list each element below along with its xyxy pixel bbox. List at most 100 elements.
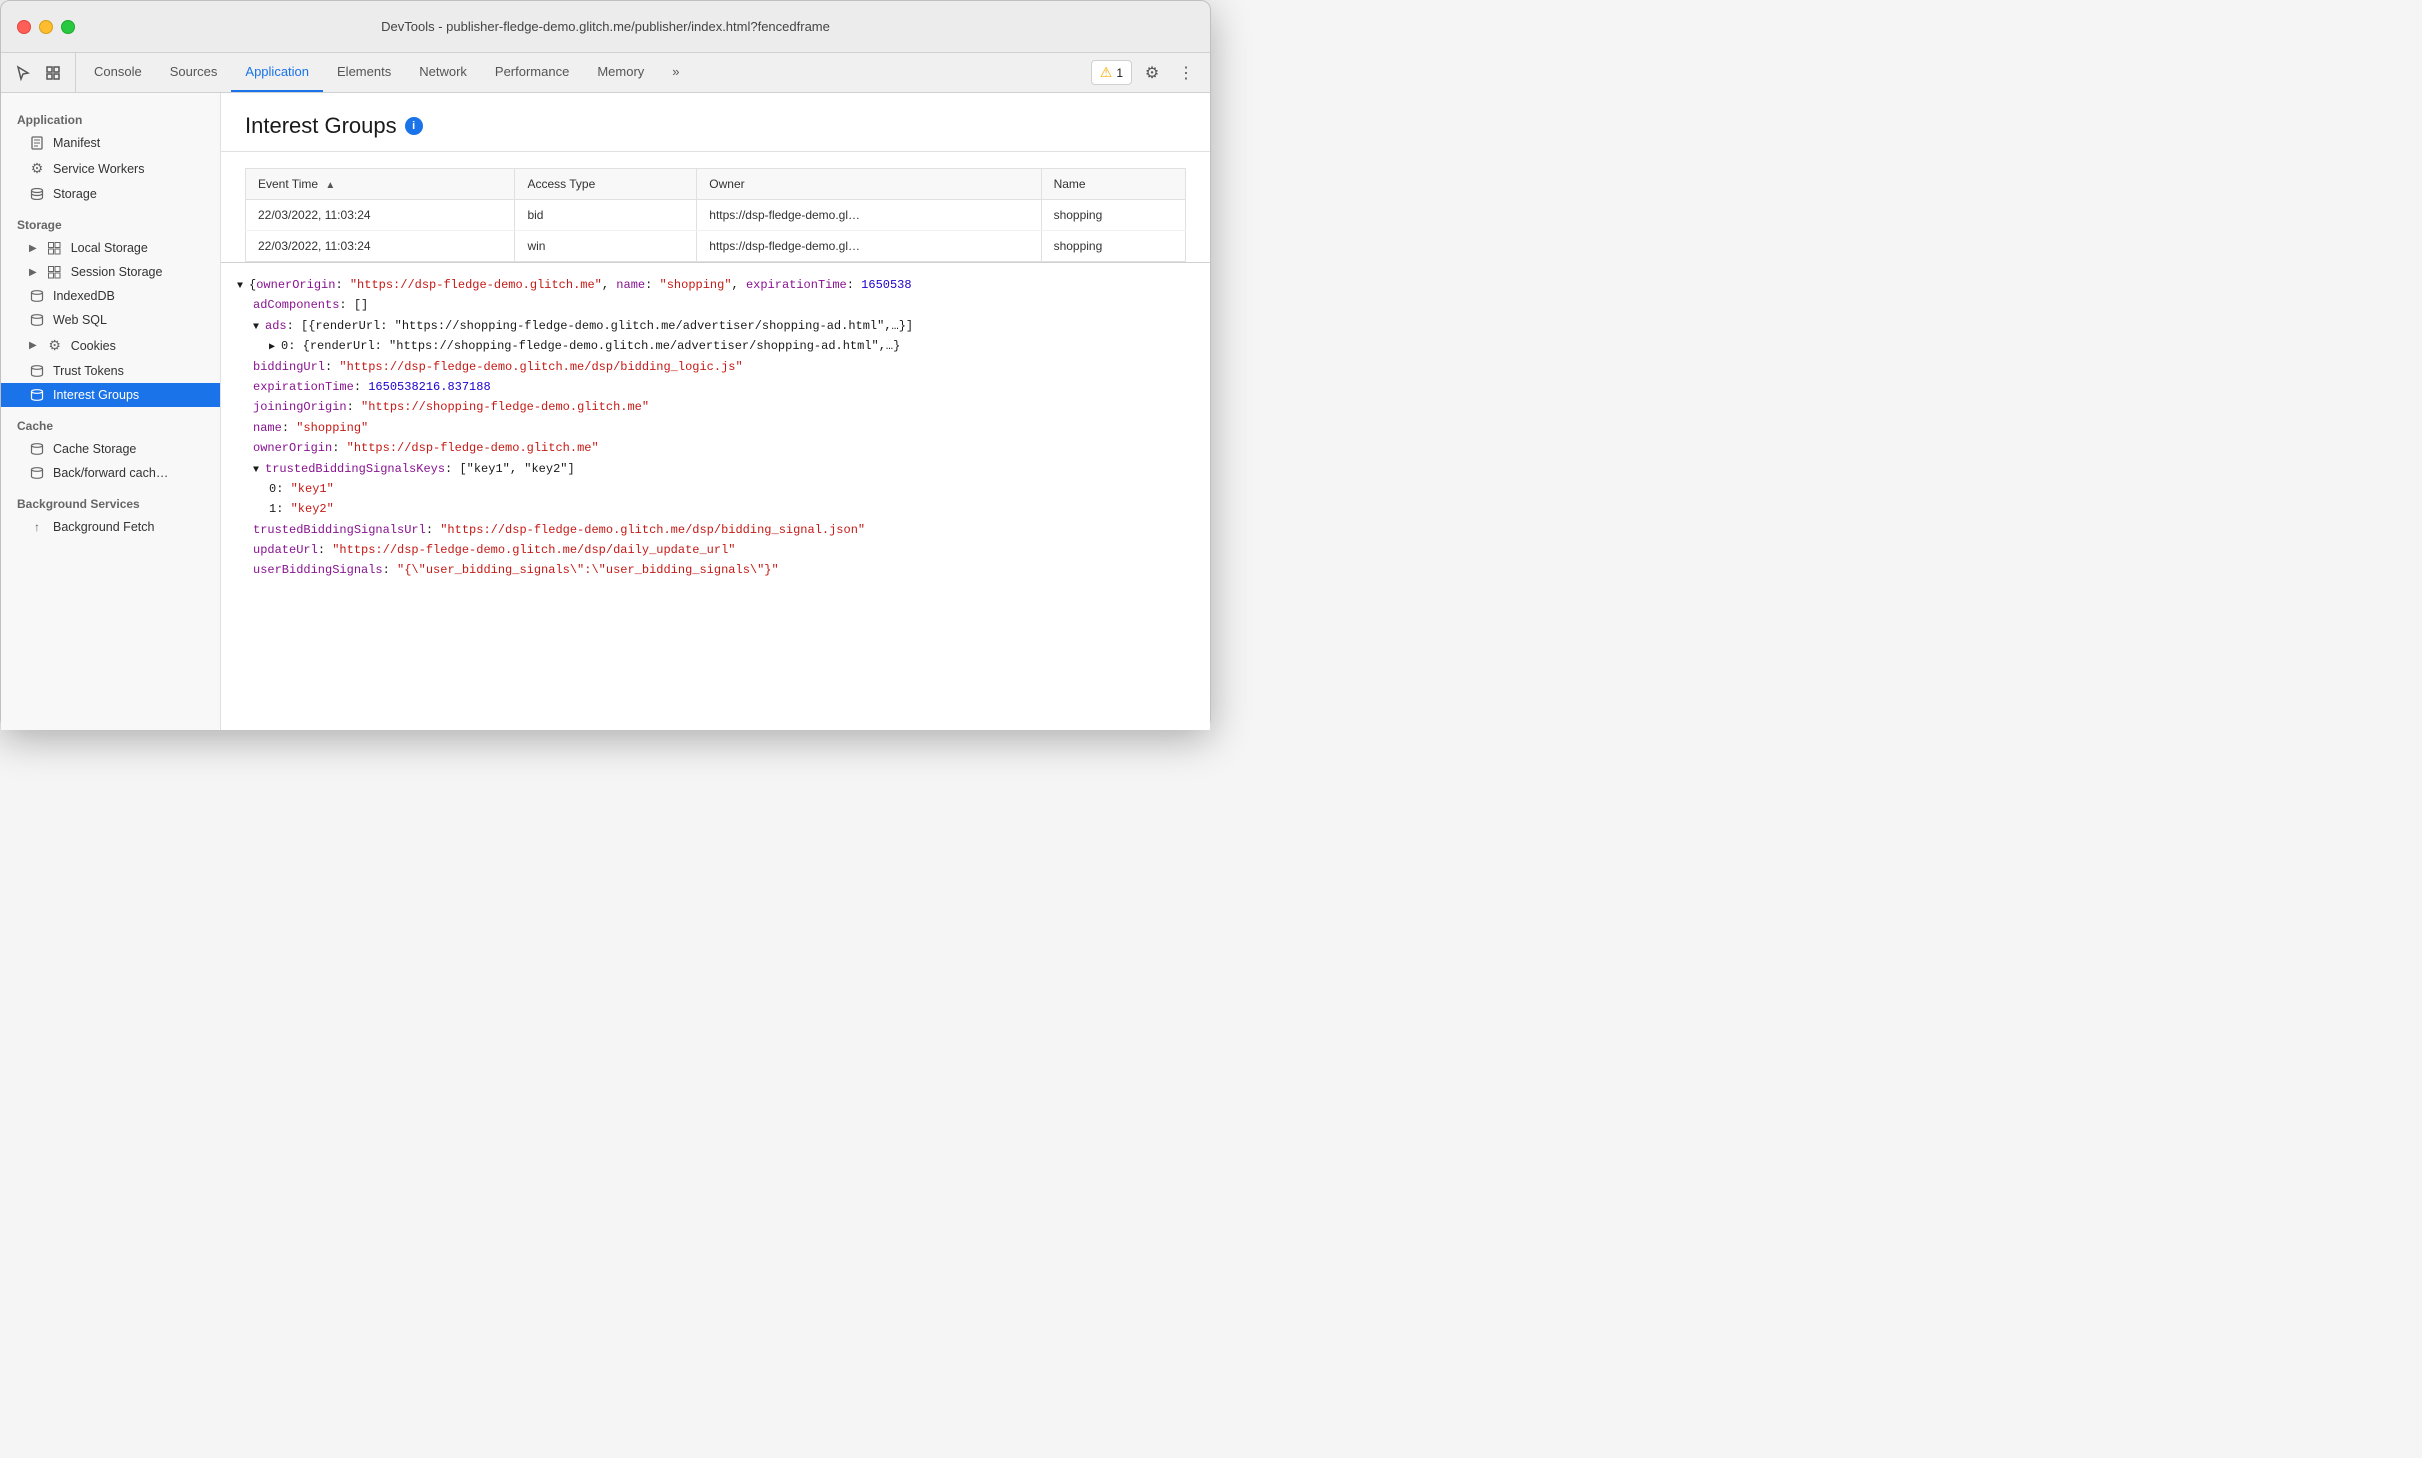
sidebar-item-local-storage[interactable]: ▶ Local Storage — [1, 236, 220, 260]
tab-elements[interactable]: Elements — [323, 53, 405, 92]
sidebar-item-service-workers[interactable]: ⚙ Service Workers — [1, 155, 220, 182]
back-forward-cache-label: Back/forward cach… — [53, 466, 168, 480]
warning-count: 1 — [1116, 66, 1123, 80]
local-storage-label: Local Storage — [71, 241, 148, 255]
sidebar-item-indexeddb[interactable]: IndexedDB — [1, 284, 220, 308]
cursor-icon[interactable] — [9, 59, 37, 87]
trust-tokens-label: Trust Tokens — [53, 364, 124, 378]
cell-event-time-1: 22/03/2022, 11:03:24 — [246, 231, 515, 262]
maximize-button[interactable] — [61, 20, 75, 34]
main-layout: Application Manifest ⚙ Service Workers S… — [1, 93, 1210, 730]
cell-name-0: shopping — [1041, 200, 1185, 231]
sidebar-item-interest-groups[interactable]: Interest Groups — [1, 383, 220, 407]
cell-owner-1: https://dsp-fledge-demo.gl… — [697, 231, 1041, 262]
sidebar-item-web-sql[interactable]: Web SQL — [1, 308, 220, 332]
settings-icon[interactable]: ⚙ — [1138, 59, 1166, 87]
sidebar-section-background: Background Services — [1, 485, 220, 515]
col-access-type[interactable]: Access Type — [515, 169, 697, 200]
toggle-trusted-keys[interactable] — [253, 462, 265, 476]
sidebar-item-storage[interactable]: Storage — [1, 182, 220, 206]
sidebar-item-cookies[interactable]: ▶ ⚙ Cookies — [1, 332, 220, 359]
tab-application[interactable]: Application — [231, 53, 323, 92]
web-sql-label: Web SQL — [53, 313, 107, 327]
cell-owner-0: https://dsp-fledge-demo.gl… — [697, 200, 1041, 231]
sidebar-item-background-fetch[interactable]: ↑ Background Fetch — [1, 515, 220, 539]
local-storage-arrow: ▶ — [29, 243, 37, 254]
cache-storage-label: Cache Storage — [53, 442, 136, 456]
local-storage-icon — [47, 242, 63, 255]
sidebar-item-trust-tokens[interactable]: Trust Tokens — [1, 359, 220, 383]
detail-line-7: name: "shopping" — [237, 418, 1194, 438]
sidebar-section-storage: Storage — [1, 206, 220, 236]
detail-line-8: ownerOrigin: "https://dsp-fledge-demo.gl… — [237, 438, 1194, 458]
cache-storage-icon — [29, 443, 45, 455]
background-fetch-icon: ↑ — [29, 520, 45, 534]
titlebar: DevTools - publisher-fledge-demo.glitch.… — [1, 1, 1210, 53]
tab-performance[interactable]: Performance — [481, 53, 583, 92]
traffic-lights — [1, 20, 75, 34]
tab-console[interactable]: Console — [80, 53, 156, 92]
detail-line-2: ads: [{renderUrl: "https://shopping-fled… — [237, 316, 1194, 336]
info-icon[interactable]: i — [405, 117, 423, 135]
toolbar: Console Sources Application Elements Net… — [1, 53, 1210, 93]
storage-label: Storage — [53, 187, 97, 201]
warning-badge[interactable]: ⚠ 1 — [1091, 60, 1132, 85]
manifest-icon — [29, 136, 45, 150]
detail-line-13: updateUrl: "https://dsp-fledge-demo.glit… — [237, 540, 1194, 560]
cookies-icon: ⚙ — [47, 337, 63, 354]
detail-line-0: {ownerOrigin: "https://dsp-fledge-demo.g… — [237, 275, 1194, 295]
toggle-ads-0[interactable] — [269, 339, 281, 353]
warning-icon: ⚠ — [1100, 64, 1113, 81]
trust-tokens-icon — [29, 365, 45, 377]
interest-groups-table: Event Time ▲ Access Type Owner Name — [245, 168, 1186, 262]
cell-access-type-1: win — [515, 231, 697, 262]
table-row[interactable]: 22/03/2022, 11:03:24 win https://dsp-fle… — [246, 231, 1186, 262]
web-sql-icon — [29, 314, 45, 326]
indexeddb-label: IndexedDB — [53, 289, 115, 303]
detail-panel: {ownerOrigin: "https://dsp-fledge-demo.g… — [221, 262, 1210, 730]
sidebar-item-cache-storage[interactable]: Cache Storage — [1, 437, 220, 461]
sidebar-item-manifest[interactable]: Manifest — [1, 131, 220, 155]
page-title: Interest Groups i — [245, 113, 1186, 139]
close-button[interactable] — [17, 20, 31, 34]
sidebar-item-back-forward-cache[interactable]: Back/forward cach… — [1, 461, 220, 485]
sidebar-item-session-storage[interactable]: ▶ Session Storage — [1, 260, 220, 284]
table-row[interactable]: 22/03/2022, 11:03:24 bid https://dsp-fle… — [246, 200, 1186, 231]
col-event-time[interactable]: Event Time ▲ — [246, 169, 515, 200]
col-owner[interactable]: Owner — [697, 169, 1041, 200]
detail-line-4: biddingUrl: "https://dsp-fledge-demo.gli… — [237, 357, 1194, 377]
detail-line-6: joiningOrigin: "https://shopping-fledge-… — [237, 397, 1194, 417]
cell-event-time-0: 22/03/2022, 11:03:24 — [246, 200, 515, 231]
detail-line-3: 0: {renderUrl: "https://shopping-fledge-… — [237, 336, 1194, 356]
manifest-label: Manifest — [53, 136, 100, 150]
service-workers-label: Service Workers — [53, 162, 144, 176]
storage-icon — [29, 188, 45, 200]
detail-line-10: 0: "key1" — [237, 479, 1194, 499]
tab-more[interactable]: » — [658, 53, 693, 92]
session-storage-arrow: ▶ — [29, 267, 37, 278]
detail-line-9: trustedBiddingSignalsKeys: ["key1", "key… — [237, 459, 1194, 479]
more-options-icon[interactable]: ⋮ — [1172, 59, 1200, 87]
service-workers-icon: ⚙ — [29, 160, 45, 177]
cell-name-1: shopping — [1041, 231, 1185, 262]
toolbar-right: ⚠ 1 ⚙ ⋮ — [1091, 53, 1210, 92]
inspect-icon[interactable] — [39, 59, 67, 87]
minimize-button[interactable] — [39, 20, 53, 34]
detail-line-12: trustedBiddingSignalsUrl: "https://dsp-f… — [237, 520, 1194, 540]
toggle-root[interactable] — [237, 278, 249, 292]
tab-network[interactable]: Network — [405, 53, 481, 92]
col-name[interactable]: Name — [1041, 169, 1185, 200]
sidebar-section-application: Application — [1, 101, 220, 131]
sidebar-section-cache: Cache — [1, 407, 220, 437]
detail-line-5: expirationTime: 1650538216.837188 — [237, 377, 1194, 397]
tab-sources[interactable]: Sources — [156, 53, 232, 92]
sort-arrow-icon: ▲ — [325, 180, 335, 191]
content-header: Interest Groups i — [221, 93, 1210, 152]
interest-groups-icon — [29, 389, 45, 401]
toolbar-icons — [9, 53, 76, 92]
detail-line-1: adComponents: [] — [237, 295, 1194, 315]
toggle-ads[interactable] — [253, 319, 265, 333]
tab-memory[interactable]: Memory — [583, 53, 658, 92]
session-storage-icon — [47, 266, 63, 279]
session-storage-label: Session Storage — [71, 265, 163, 279]
